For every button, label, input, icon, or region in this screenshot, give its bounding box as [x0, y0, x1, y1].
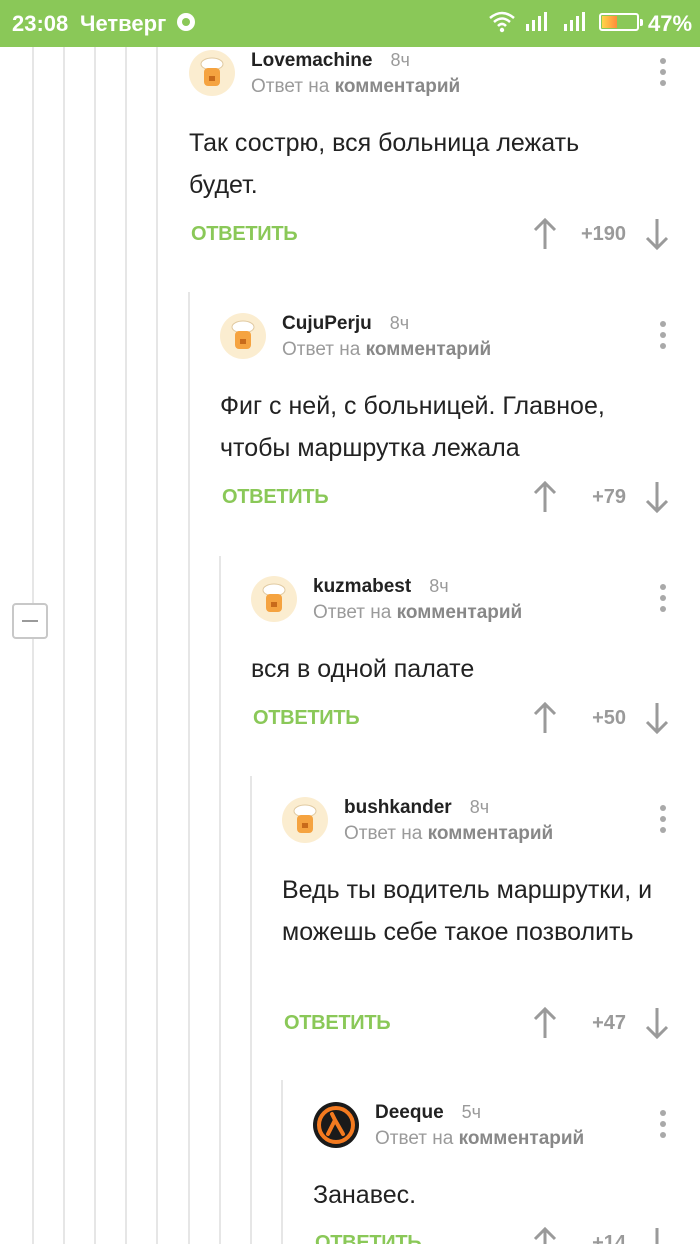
comment-text: Фиг с ней, с больницей. Главное, чтобы м… — [220, 392, 605, 462]
comment-text: Ведь ты водитель маршрутки, и можешь себ… — [282, 876, 653, 946]
reply-to-info: Ответ на комментарий — [375, 1128, 584, 1150]
thread-line — [156, 47, 158, 1244]
comment-text: вся в одной палате — [251, 655, 475, 683]
comment-actions: ОТВЕТИТЬ +190 — [191, 215, 700, 255]
status-bar: 23:08 Четверг 47% — [0, 0, 700, 47]
comments-screen: 23:08 Четверг 47% Lovemachine 8ч Ответ н… — [0, 0, 700, 1244]
reply-to-info: Ответ на комментарий — [282, 339, 491, 361]
reply-target-link[interactable]: комментарий — [335, 76, 461, 97]
thread-line — [188, 292, 190, 1244]
cook-avatar-icon[interactable] — [251, 576, 297, 622]
comment: Lovemachine 8ч Ответ на комментарий Так с… — [189, 50, 700, 260]
comment-score: +14 — [592, 1232, 626, 1244]
comment-author[interactable]: bushkander 8ч — [344, 797, 489, 819]
comment-author[interactable]: Deeque 5ч — [375, 1102, 481, 1124]
signal-sim1-icon — [526, 12, 547, 31]
thread-line — [63, 47, 65, 1244]
comment-time: 8ч — [389, 313, 410, 333]
reply-target-link[interactable]: комментарий — [428, 823, 554, 844]
comment-score: +47 — [592, 1012, 626, 1034]
downvote-arrow-icon[interactable] — [644, 1006, 670, 1040]
upvote-arrow-icon[interactable] — [532, 1226, 558, 1244]
author-name[interactable]: Deeque — [375, 1102, 444, 1123]
wifi-icon — [489, 11, 515, 33]
signal-sim2-icon — [564, 12, 585, 31]
thread-line — [250, 776, 252, 1244]
battery-icon — [599, 13, 643, 31]
more-options-icon[interactable] — [658, 321, 668, 353]
reply-to-info: Ответ на комментарий — [251, 76, 460, 98]
comment-actions: ОТВЕТИТЬ +79 — [222, 478, 700, 518]
comment-time: 8ч — [390, 50, 410, 70]
author-name[interactable]: bushkander — [344, 797, 452, 818]
comment-author[interactable]: kuzmabest 8ч — [313, 576, 449, 598]
comment-time: 8ч — [429, 576, 449, 596]
half-life-lambda-avatar-icon[interactable] — [313, 1102, 359, 1148]
comment-actions: ОТВЕТИТЬ +47 — [284, 1004, 700, 1044]
cook-avatar-icon[interactable] — [282, 797, 328, 843]
reply-button[interactable]: ОТВЕТИТЬ — [222, 486, 329, 509]
comment-score: +79 — [592, 486, 626, 508]
comment: Deeque 5ч Ответ на комментарий Занавес. О… — [313, 1102, 700, 1244]
collapse-thread-button[interactable] — [12, 603, 48, 639]
reply-button[interactable]: ОТВЕТИТЬ — [191, 223, 298, 246]
battery-percent: 47% — [648, 11, 693, 36]
comment-actions: ОТВЕТИТЬ +50 — [253, 699, 700, 739]
thread-line — [281, 1080, 283, 1244]
downvote-arrow-icon[interactable] — [644, 217, 670, 251]
comment: kuzmabest 8ч Ответ на комментарий вся в о… — [251, 576, 700, 746]
status-day: Четверг — [80, 11, 167, 36]
reply-prefix: Ответ на — [344, 823, 423, 844]
reply-button[interactable]: ОТВЕТИТЬ — [315, 1232, 422, 1244]
comment: CujuPerju 8ч Ответ на комментарий Фиг с н… — [220, 313, 700, 523]
reply-target-link[interactable]: комментарий — [459, 1128, 585, 1149]
reply-button[interactable]: ОТВЕТИТЬ — [284, 1012, 391, 1035]
comment-time: 5ч — [461, 1102, 482, 1122]
reply-target-link[interactable]: комментарий — [397, 602, 523, 623]
downvote-arrow-icon[interactable] — [644, 480, 670, 514]
thread-line — [32, 47, 34, 1244]
thread-line — [125, 47, 127, 1244]
comment-text: Так сострю, вся больница лежать будет. — [189, 129, 580, 199]
reply-to-info: Ответ на комментарий — [344, 823, 553, 845]
cook-avatar-icon[interactable] — [189, 50, 235, 96]
comment-author[interactable]: Lovemachine 8ч — [251, 50, 410, 72]
thread-line — [219, 556, 221, 1244]
battery-fill — [602, 16, 618, 28]
upvote-arrow-icon[interactable] — [532, 480, 558, 514]
reply-target-link[interactable]: комментарий — [366, 339, 492, 360]
reply-prefix: Ответ на — [375, 1128, 454, 1149]
location-indicator-icon — [177, 13, 195, 31]
upvote-arrow-icon[interactable] — [532, 701, 558, 735]
more-options-icon[interactable] — [658, 1110, 668, 1142]
author-name[interactable]: kuzmabest — [313, 576, 411, 597]
downvote-arrow-icon[interactable] — [644, 1226, 670, 1244]
more-options-icon[interactable] — [658, 584, 668, 616]
reply-to-info: Ответ на комментарий — [313, 602, 522, 624]
reply-button[interactable]: ОТВЕТИТЬ — [253, 707, 360, 730]
reply-prefix: Ответ на — [251, 76, 330, 97]
downvote-arrow-icon[interactable] — [644, 701, 670, 735]
upvote-arrow-icon[interactable] — [532, 1006, 558, 1040]
comment-score: +50 — [592, 707, 626, 729]
author-name[interactable]: CujuPerju — [282, 313, 372, 334]
comment-score: +190 — [580, 223, 626, 245]
comment-author[interactable]: CujuPerju 8ч — [282, 313, 409, 335]
comment-actions: ОТВЕТИТЬ +14 — [315, 1224, 700, 1244]
reply-prefix: Ответ на — [313, 602, 392, 623]
status-time: 23:08 — [12, 11, 69, 36]
comment-time: 8ч — [469, 797, 490, 817]
comment: bushkander 8ч Ответ на комментарий Ведь т… — [282, 797, 700, 1047]
upvote-arrow-icon[interactable] — [532, 217, 558, 251]
thread-line — [94, 47, 96, 1244]
reply-prefix: Ответ на — [282, 339, 361, 360]
cook-avatar-icon[interactable] — [220, 313, 266, 359]
comment-text: Занавес. — [313, 1181, 417, 1209]
author-name[interactable]: Lovemachine — [251, 50, 372, 71]
more-options-icon[interactable] — [658, 58, 668, 90]
more-options-icon[interactable] — [658, 805, 668, 837]
